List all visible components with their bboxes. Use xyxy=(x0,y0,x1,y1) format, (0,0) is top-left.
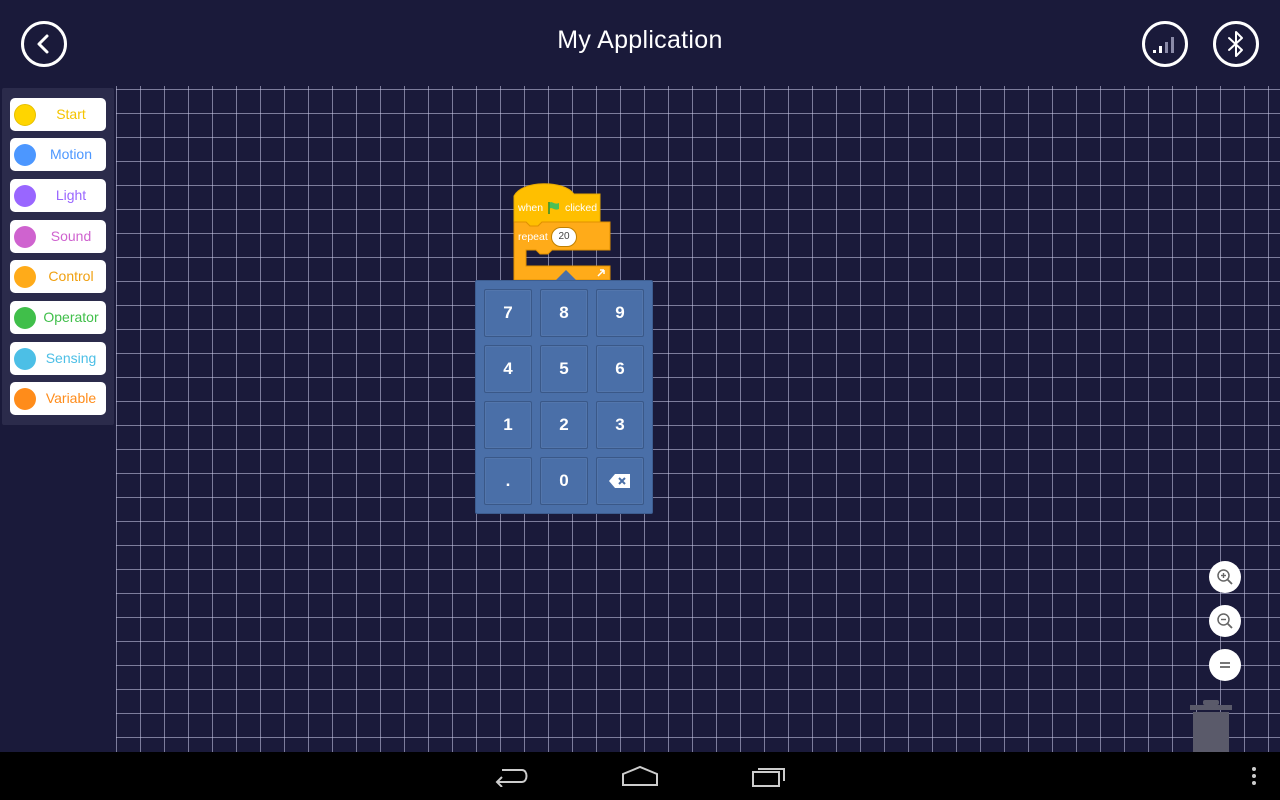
signal-button[interactable] xyxy=(1142,21,1188,67)
trash-icon[interactable] xyxy=(1189,700,1233,752)
category-sound[interactable]: Sound xyxy=(10,220,106,253)
nav-recents-icon xyxy=(752,768,785,787)
category-dot xyxy=(14,266,36,288)
nav-back-icon xyxy=(495,769,528,787)
category-motion[interactable]: Motion xyxy=(10,138,106,171)
category-dot xyxy=(14,185,36,207)
overflow-menu-button[interactable] xyxy=(1248,762,1260,790)
key-9[interactable]: 9 xyxy=(596,289,644,337)
zoom-in-button[interactable] xyxy=(1209,561,1241,593)
key-1[interactable]: 1 xyxy=(484,401,532,449)
zoom-in-icon xyxy=(1217,569,1233,585)
category-light[interactable]: Light xyxy=(10,179,106,212)
number-keypad: 7 8 9 4 5 6 1 2 3 . 0 xyxy=(475,280,653,514)
category-label: Variable xyxy=(45,390,97,406)
system-nav-bar xyxy=(0,752,1280,800)
backspace-icon xyxy=(609,474,630,488)
category-control[interactable]: Control xyxy=(10,260,106,293)
key-8[interactable]: 8 xyxy=(540,289,588,337)
category-dot xyxy=(14,144,36,166)
key-6[interactable]: 6 xyxy=(596,345,644,393)
hat-word-clicked: clicked xyxy=(565,202,598,214)
category-variable[interactable]: Variable xyxy=(10,382,106,415)
nav-back-button[interactable] xyxy=(494,762,530,790)
overflow-menu-icon xyxy=(1252,767,1256,785)
category-dot xyxy=(14,348,36,370)
category-start[interactable]: Start xyxy=(10,98,106,131)
category-operator[interactable]: Operator xyxy=(10,301,106,334)
zoom-reset-button[interactable] xyxy=(1209,649,1241,681)
nav-recents-button[interactable] xyxy=(750,762,788,790)
key-backspace[interactable] xyxy=(596,457,644,505)
category-label: Light xyxy=(55,187,87,203)
category-dot xyxy=(14,104,36,126)
category-label: Sound xyxy=(50,228,92,244)
app-header: My Application xyxy=(0,0,1280,86)
category-dot xyxy=(14,307,36,329)
key-5[interactable]: 5 xyxy=(540,345,588,393)
key-2[interactable]: 2 xyxy=(540,401,588,449)
repeat-count-input[interactable]: 20 xyxy=(551,227,577,247)
category-label: Operator xyxy=(43,309,99,325)
key-0[interactable]: 0 xyxy=(540,457,588,505)
category-dot xyxy=(14,388,36,410)
code-workspace[interactable] xyxy=(116,86,1280,752)
bluetooth-icon xyxy=(1228,31,1243,57)
key-7[interactable]: 7 xyxy=(484,289,532,337)
category-label: Start xyxy=(56,106,86,122)
key-decimal[interactable]: . xyxy=(484,457,532,505)
zoom-reset-icon xyxy=(1220,662,1230,668)
key-3[interactable]: 3 xyxy=(596,401,644,449)
repeat-label: repeat xyxy=(518,231,548,243)
nav-home-icon xyxy=(622,765,658,786)
category-dot xyxy=(14,226,36,248)
category-sidebar: Start Motion Light Sound Control Operato… xyxy=(2,88,114,425)
page-title: My Application xyxy=(557,26,723,54)
hat-word-when: when xyxy=(518,202,544,214)
category-label: Sensing xyxy=(45,350,97,366)
signal-strength-icon xyxy=(1153,37,1174,53)
zoom-out-button[interactable] xyxy=(1209,605,1241,637)
nav-home-button[interactable] xyxy=(620,762,660,790)
category-label: Motion xyxy=(49,146,93,162)
green-flag-icon xyxy=(548,202,559,214)
category-label: Control xyxy=(48,268,94,284)
app-root: My Application Start Motion Light Sound … xyxy=(0,0,1280,800)
key-4[interactable]: 4 xyxy=(484,345,532,393)
zoom-out-icon xyxy=(1217,613,1233,629)
bluetooth-button[interactable] xyxy=(1213,21,1259,67)
category-sensing[interactable]: Sensing xyxy=(10,342,106,375)
